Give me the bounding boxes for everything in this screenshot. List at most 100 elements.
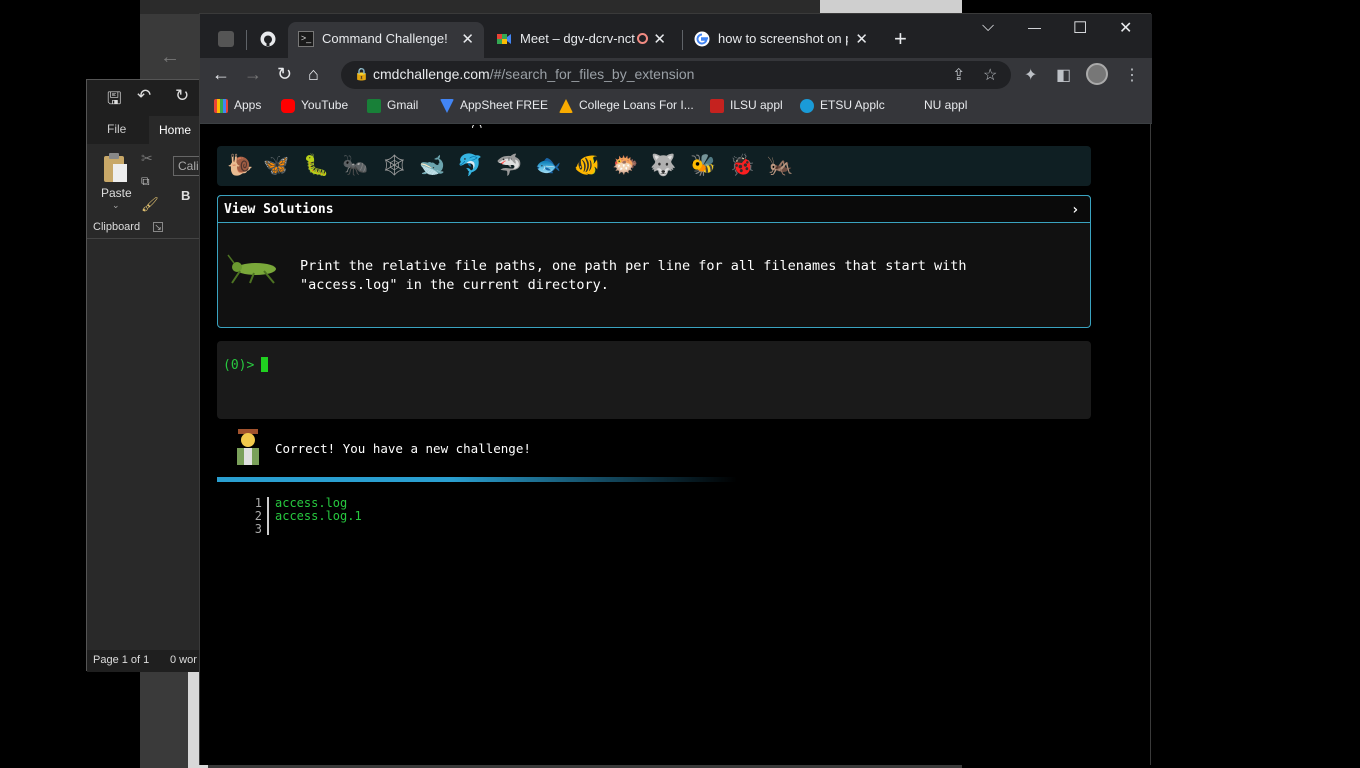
line-number: 3 [254,522,262,536]
bookmark-nu[interactable]: NU appl [904,98,967,112]
extensions-icon[interactable]: ✦ [1024,65,1037,85]
close-icon[interactable]: ✕ [461,30,474,48]
page-content: ◠ 🐌 🦋 🐛 🐜 🕸 🐋 🐬 🦈 🐟 🐠 🐡 🐺 🐝 🐞 🦗 View Sol… [200,125,1150,765]
forward-icon[interactable]: → [244,64,262,85]
new-tab-button[interactable]: + [894,26,907,52]
undo-icon[interactable]: ↶ [137,86,151,106]
view-solutions-header[interactable] [217,195,1091,223]
dialog-launcher-icon[interactable]: ↘ [153,222,163,232]
back-icon[interactable]: ← [212,64,230,85]
output-line: access.log [275,496,348,510]
challenge-description: Print the relative file paths, one path … [300,258,967,293]
github-icon [260,31,276,47]
tab-command-challenge[interactable]: >_ Command Challenge! ✕ [288,22,484,58]
bookmark-youtube[interactable]: YouTube [281,98,348,113]
bookmark-gmail[interactable]: Gmail [367,98,418,113]
snail-icon[interactable]: 🐌 [227,153,253,178]
chevron-right-icon[interactable]: › [1071,202,1079,218]
url-host: cmdchallenge.com [373,66,490,82]
word-count: 0 wor [170,654,197,666]
url-path: /#/search_for_files_by_extension [489,66,695,82]
command-terminal[interactable] [217,341,1091,419]
tab-title: Command Challenge! [322,31,448,46]
menu-icon[interactable]: ⋮ [1124,65,1140,85]
caterpillar-icon[interactable]: 🐛 [303,153,329,178]
tab-pinned[interactable] [208,22,244,58]
farmer-icon [237,429,259,465]
whale-icon[interactable]: 🐋 [419,153,445,178]
maximize-button[interactable]: ☐ [1073,18,1087,38]
chevron-down-icon[interactable]: ⌄ [112,200,120,211]
side-panel-icon[interactable]: ◧ [1056,65,1071,85]
redo-icon[interactable]: ↻ [175,86,189,106]
minimize-button[interactable]: — [1028,20,1041,35]
background-strip [820,0,962,14]
dolphin-icon[interactable]: 🐬 [457,153,483,178]
tab-title: how to screenshot on pc [718,31,848,46]
clipboard-group-label: Clipboard [93,221,141,233]
tab-separator [246,30,247,50]
line-number: 1 [254,496,262,510]
fish-icon[interactable]: 🐟 [535,153,561,178]
share-icon[interactable]: ⇪ [952,65,965,85]
window-close-button[interactable]: ✕ [1119,18,1132,38]
page-count: Page 1 of 1 [93,654,150,666]
paste-icon[interactable] [101,152,129,184]
save-icon[interactable]: 🖫 [107,86,121,115]
nu-icon [904,99,918,113]
butterfly-icon[interactable]: 🦋 [263,153,289,178]
word-window: 🖫 ↶ ↻ File Home Paste ⌄ ✂ ⧉ 🖌 Calibri B … [86,79,213,672]
status-bar: Page 1 of 1 0 wor [87,650,207,672]
wolf-icon[interactable]: 🐺 [650,153,676,178]
close-icon[interactable]: ✕ [855,30,868,48]
bookmark-star-icon[interactable]: ☆ [983,65,997,85]
tab-file[interactable]: File [107,122,126,136]
bold-button[interactable]: B [181,188,190,203]
bookmark-etsu[interactable]: ETSU Applc [800,98,885,113]
output-line: access.log.1 [275,509,362,523]
ant-icon[interactable]: 🐜 [342,153,368,178]
bee-icon[interactable]: 🐝 [690,153,716,178]
copy-icon[interactable]: ⧉ [141,174,150,189]
spider-web-icon[interactable]: 🕸 [381,153,408,178]
shark-icon[interactable]: 🦈 [496,153,522,178]
progress-bar [217,477,737,482]
paste-button[interactable]: Paste [101,186,132,200]
terminal-cursor[interactable] [261,357,268,372]
tab-search-icon[interactable]: ⌵ [982,18,994,36]
recording-icon [637,33,648,44]
bookmark-college-loans[interactable]: College Loans For I... [559,98,694,113]
format-painter-icon[interactable]: 🖌 [141,196,159,213]
grasshopper-icon [227,254,276,284]
gmail-icon [367,99,381,113]
cricket-icon[interactable]: 🦗 [767,153,793,178]
home-icon[interactable]: ⌂ [308,64,319,85]
youtube-icon [281,99,295,113]
ladybug-icon[interactable]: 🐞 [729,153,755,178]
reload-icon[interactable]: ↻ [277,64,292,85]
url-text[interactable]: cmdchallenge.com/#/search_for_files_by_e… [373,66,694,82]
output-gutter [267,497,269,535]
line-number: 2 [254,509,262,523]
apps-icon [214,99,228,113]
bookmark-apps[interactable]: Apps [214,98,261,113]
etsu-icon [800,99,814,113]
view-solutions-button[interactable]: View Solutions [224,202,334,217]
tab-github[interactable] [250,22,284,58]
ribbon-divider [87,238,207,239]
page-title-partial: ◠ [472,125,482,136]
tab-meet[interactable]: Meet – dgv-dcrv-nct ✕ [486,22,676,58]
blowfish-icon[interactable]: 🐡 [612,153,638,178]
cut-icon[interactable]: ✂ [141,150,153,167]
bookmark-ilsu[interactable]: ILSU appl [710,98,783,113]
terminal-prompt: (0)> [223,358,255,373]
tropical-fish-icon[interactable]: 🐠 [574,153,600,178]
back-arrow-icon[interactable]: ← [160,46,180,69]
bookmark-appsheet[interactable]: AppSheet FREE [440,98,548,113]
close-icon[interactable]: ✕ [653,30,666,48]
lock-icon[interactable]: 🔒 [354,67,369,81]
tab-google-search[interactable]: how to screenshot on pc ✕ [684,22,878,58]
college-loans-icon [559,99,573,113]
avatar[interactable] [1086,63,1108,85]
tab-separator [682,30,683,50]
